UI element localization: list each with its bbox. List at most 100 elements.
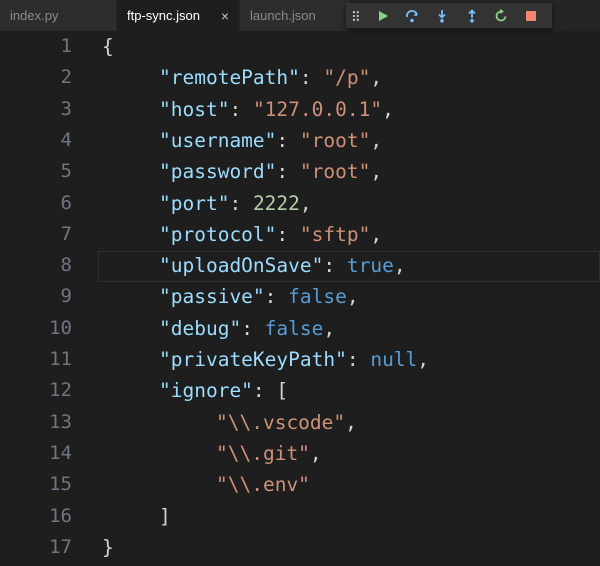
code-line: "port": 2222,	[159, 188, 312, 219]
continue-button[interactable]	[368, 3, 398, 28]
tab-label: index.py	[10, 8, 59, 23]
step-out-icon	[468, 8, 476, 23]
code-token: :	[229, 191, 253, 215]
continue-icon	[378, 10, 388, 21]
code-line: "ignore": [	[159, 375, 288, 406]
line-number: 16	[49, 504, 72, 527]
line-number: 17	[49, 535, 72, 558]
code-line: "uploadOnSave": true,	[159, 250, 406, 281]
code-token: "uploadOnSave"	[159, 254, 324, 278]
editor-window: index.py ftp-sync.json × launch.json 1 2…	[0, 0, 600, 566]
code-line: "passive": false,	[159, 281, 359, 312]
line-number: 15	[49, 473, 72, 496]
code-line: "\\.vscode",	[216, 407, 357, 438]
code-token: :	[299, 66, 324, 90]
code-token: "\\.git"	[216, 441, 310, 465]
line-number: 3	[60, 97, 72, 120]
debug-toolbar	[346, 3, 552, 28]
stop-icon	[526, 10, 537, 21]
code-token: ,	[309, 441, 322, 465]
tab-index-py[interactable]: index.py	[0, 0, 117, 31]
restart-button[interactable]	[487, 3, 517, 28]
code-token: "\\.vscode"	[216, 410, 346, 434]
line-number: 9	[60, 285, 72, 308]
code-line: "protocol": "sftp",	[159, 219, 382, 250]
line-number-gutter: 1 2 3 4 5 6 7 8 9 10 11 12 13 14 15 16 17	[0, 31, 80, 566]
step-into-button[interactable]	[427, 3, 457, 28]
code-area[interactable]: {"remotePath": "/p", "host": "127.0.0.1",…	[102, 31, 600, 566]
code-line: "host": "127.0.0.1",	[159, 94, 394, 125]
code-line: ]	[159, 501, 171, 532]
code-token: "remotePath"	[159, 66, 300, 90]
drag-handle-icon[interactable]	[352, 9, 360, 23]
code-token: ,	[382, 97, 394, 121]
code-token: :	[346, 348, 371, 371]
step-into-icon	[438, 9, 446, 23]
code-token: "\\.env"	[216, 473, 310, 497]
code-token: :	[276, 128, 300, 152]
code-token: "/p"	[323, 66, 371, 90]
code-token: :	[276, 160, 300, 184]
code-line: }	[102, 532, 114, 563]
line-number: 1	[60, 35, 72, 57]
line-number: 13	[49, 410, 72, 433]
step-out-button[interactable]	[457, 3, 487, 28]
step-over-button[interactable]	[397, 3, 427, 28]
code-token: "sftp"	[299, 222, 371, 246]
tab-launch-json[interactable]: launch.json	[240, 0, 350, 31]
tab-label: ftp-sync.json	[127, 8, 200, 23]
line-number: 2	[60, 66, 72, 89]
code-line: {	[102, 31, 114, 62]
code-token: "protocol"	[159, 222, 277, 246]
code-token: "passive"	[159, 285, 265, 309]
line-number: 10	[49, 316, 72, 339]
code-editor[interactable]: 1 2 3 4 5 6 7 8 9 10 11 12 13 14 15 16 17 {"remotePath":…	[0, 31, 600, 566]
tab-ftp-sync-json[interactable]: ftp-sync.json ×	[117, 0, 240, 31]
code-token: true	[346, 254, 394, 278]
code-token: : [	[252, 379, 289, 403]
code-token: null	[370, 348, 418, 371]
code-line: "remotePath": "/p",	[159, 62, 382, 93]
code-token: "ignore"	[159, 379, 253, 403]
code-token: ,	[370, 66, 383, 90]
code-token: ,	[299, 191, 312, 215]
code-token: "debug"	[159, 316, 242, 340]
line-number: 11	[49, 348, 72, 370]
step-over-icon	[406, 9, 419, 22]
code-token: :	[229, 97, 253, 121]
stop-button[interactable]	[516, 3, 546, 28]
code-line: "\\.env"	[216, 469, 310, 500]
code-token: :	[276, 222, 300, 246]
code-token: "root"	[299, 128, 371, 152]
code-token: "username"	[159, 128, 277, 152]
code-token: {	[102, 35, 114, 58]
code-token: ,	[370, 128, 383, 152]
code-token: "password"	[159, 160, 277, 184]
code-token: ,	[345, 410, 357, 434]
line-number: 12	[49, 379, 72, 402]
code-line: "password": "root",	[159, 156, 382, 187]
code-token: 2222	[252, 191, 300, 215]
code-token: "privateKeyPath"	[159, 348, 347, 371]
code-token: "host"	[159, 97, 230, 121]
code-token: ,	[346, 285, 359, 309]
code-line: "debug": false,	[159, 313, 335, 344]
code-line: "\\.git",	[216, 438, 322, 469]
line-number: 5	[60, 160, 72, 183]
code-token: :	[264, 285, 289, 309]
code-token: ,	[370, 222, 383, 246]
code-token: ]	[159, 504, 171, 528]
close-icon[interactable]: ×	[221, 8, 229, 24]
code-line: "privateKeyPath": null,	[159, 344, 429, 375]
code-token: "port"	[159, 191, 230, 215]
code-token: ,	[323, 316, 336, 340]
tab-label: launch.json	[250, 8, 316, 23]
code-token: ,	[393, 254, 406, 278]
code-token: }	[102, 535, 114, 559]
line-number: 6	[60, 191, 72, 214]
code-line: "username": "root",	[159, 125, 382, 156]
line-number: 8	[60, 254, 72, 277]
code-token: false	[264, 316, 324, 340]
line-number: 14	[49, 441, 72, 464]
line-number: 7	[60, 222, 72, 245]
